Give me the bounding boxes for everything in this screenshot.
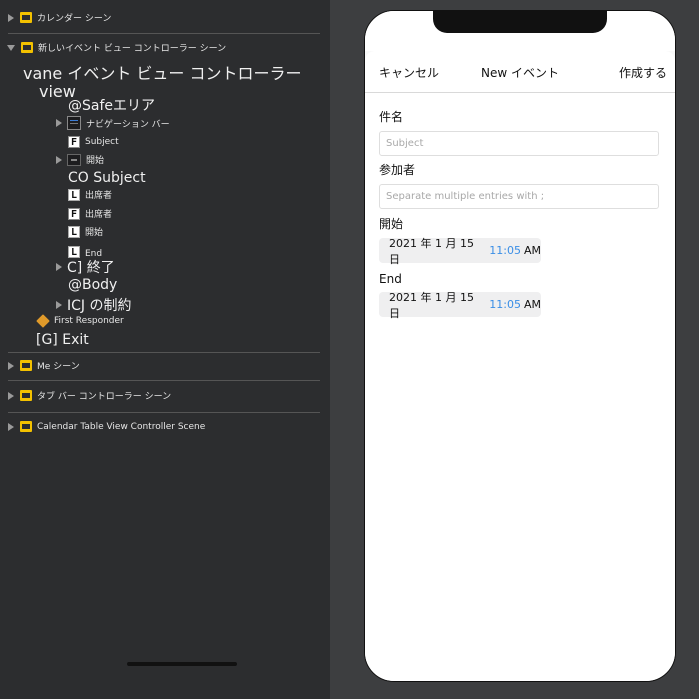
outline-item-co-subject[interactable]: CO Subject bbox=[68, 170, 146, 186]
outline-scene-new-event[interactable]: 新しいイベント ビュー コントローラー シーン bbox=[7, 41, 226, 54]
start-label: 開始 bbox=[379, 217, 404, 231]
separator bbox=[8, 352, 320, 353]
start-date-picker[interactable]: 2021 年 1 月 15 日 11:05 AM bbox=[379, 237, 541, 266]
outline-item-end[interactable]: C] 終了 bbox=[56, 257, 115, 277]
separator bbox=[8, 380, 320, 381]
disclosure-right-icon[interactable] bbox=[8, 422, 14, 431]
end-date-picker[interactable]: 2021 年 1 月 15 日 11:05 AM bbox=[379, 291, 541, 320]
outline-item-start-row[interactable]: 開始 bbox=[56, 153, 104, 166]
start-time[interactable]: 11:05 bbox=[489, 244, 521, 257]
disclosure-right-icon[interactable] bbox=[8, 13, 14, 22]
end-label: End bbox=[379, 272, 402, 286]
end-ampm: AM bbox=[523, 298, 541, 311]
outline-scene-tabbar[interactable]: タブ バー コントローラー シーン bbox=[8, 389, 171, 402]
disclosure-right-icon[interactable] bbox=[56, 301, 62, 309]
separator bbox=[8, 412, 320, 413]
outline-label: 開始 bbox=[85, 228, 104, 238]
outline-label: @Safeエリア bbox=[68, 98, 156, 114]
create-button[interactable]: 作成する bbox=[619, 64, 667, 81]
scene-icon bbox=[20, 360, 32, 371]
iphone-frame: キャンセル New イベント 作成する 件名 Subject 参加者 Separ… bbox=[364, 10, 676, 682]
field-badge-icon: F bbox=[68, 136, 80, 148]
field-badge-icon: F bbox=[68, 207, 80, 220]
disclosure-right-icon[interactable] bbox=[8, 361, 14, 370]
label-badge-icon: L bbox=[68, 245, 80, 258]
scene-icon bbox=[21, 42, 33, 53]
disclosure-right-icon[interactable] bbox=[56, 263, 62, 271]
subject-field[interactable]: Subject bbox=[379, 131, 659, 156]
outline-item-first-responder[interactable]: First Responder bbox=[36, 314, 124, 328]
outline-scene-calendar[interactable]: カレンダー シーン bbox=[8, 11, 111, 24]
end-time[interactable]: 11:05 bbox=[489, 298, 521, 311]
label-badge-icon: L bbox=[68, 188, 80, 201]
outline-label: vane イベント ビュー コントローラー bbox=[23, 64, 302, 83]
navigation-bar-icon bbox=[67, 116, 81, 130]
scene-icon bbox=[20, 421, 32, 432]
disclosure-right-icon[interactable] bbox=[8, 391, 14, 400]
outline-label: タブ バー コントローラー シーン bbox=[37, 392, 172, 402]
outline-item-body[interactable]: @Body bbox=[68, 277, 117, 293]
outline-label: @Body bbox=[68, 277, 118, 293]
scene-icon bbox=[20, 12, 32, 23]
outline-label: カレンダー シーン bbox=[37, 14, 112, 24]
disclosure-down-icon[interactable] bbox=[7, 44, 15, 51]
attendees-field[interactable]: Separate multiple entries with ; bbox=[379, 184, 659, 209]
start-ampm: AM bbox=[523, 244, 541, 257]
separator bbox=[8, 33, 320, 34]
outline-label: Calendar Table View Controller Scene bbox=[37, 421, 206, 432]
home-indicator bbox=[127, 662, 237, 666]
outline-label: 出席者 bbox=[85, 191, 113, 201]
outline-label: ICJ の制約 bbox=[67, 298, 132, 314]
first-responder-cube-icon bbox=[36, 314, 50, 328]
disclosure-right-icon[interactable] bbox=[56, 155, 62, 164]
start-date[interactable]: 2021 年 1 月 15 日 bbox=[389, 235, 485, 267]
end-date[interactable]: 2021 年 1 月 15 日 bbox=[389, 289, 485, 321]
outline-item-view-controller[interactable]: vane イベント ビュー コントローラー bbox=[23, 60, 302, 84]
outline-item-attendees-label[interactable]: L 出席者 bbox=[68, 188, 112, 201]
outline-item-nav-bar[interactable]: ナビゲーション バー bbox=[56, 116, 170, 130]
outline-label: Subject bbox=[85, 137, 119, 147]
outline-label: CO Subject bbox=[68, 170, 146, 186]
outline-label: 開始 bbox=[86, 156, 105, 166]
scene-icon bbox=[20, 390, 32, 401]
outline-item-subject-field[interactable]: F Subject bbox=[68, 136, 119, 148]
stack-view-icon bbox=[67, 153, 81, 166]
outline-item-attendees-field[interactable]: F 出席者 bbox=[68, 207, 112, 220]
outline-item-exit[interactable]: [G] Exit bbox=[36, 332, 89, 348]
outline-item-constraints[interactable]: ICJ の制約 bbox=[56, 295, 131, 315]
document-outline: カレンダー シーン 新しいイベント ビュー コントローラー シーン vane イ… bbox=[0, 0, 330, 699]
attendees-label: 参加者 bbox=[379, 163, 416, 177]
outline-label: C] 終了 bbox=[67, 260, 115, 276]
label-badge-icon: L bbox=[68, 225, 80, 238]
outline-scene-me[interactable]: Me シーン bbox=[8, 359, 80, 372]
outline-label: 出席者 bbox=[85, 210, 113, 220]
outline-label: First Responder bbox=[54, 316, 124, 326]
outline-label: ナビゲーション バー bbox=[86, 119, 170, 130]
outline-label: Me シーン bbox=[37, 362, 80, 372]
notch bbox=[433, 11, 607, 33]
outline-scene-calendar-table[interactable]: Calendar Table View Controller Scene bbox=[8, 421, 205, 432]
outline-label: [G] Exit bbox=[36, 332, 89, 348]
outline-item-start-label[interactable]: L 開始 bbox=[68, 225, 103, 238]
subject-label: 件名 bbox=[379, 110, 404, 124]
navigation-bar: キャンセル New イベント 作成する bbox=[365, 51, 675, 93]
outline-label: 新しいイベント ビュー コントローラー シーン bbox=[38, 44, 227, 54]
disclosure-right-icon[interactable] bbox=[56, 119, 62, 127]
outline-item-safe-area[interactable]: @Safeエリア bbox=[68, 95, 155, 115]
modal-sheet: キャンセル New イベント 作成する 件名 Subject 参加者 Separ… bbox=[365, 51, 675, 681]
